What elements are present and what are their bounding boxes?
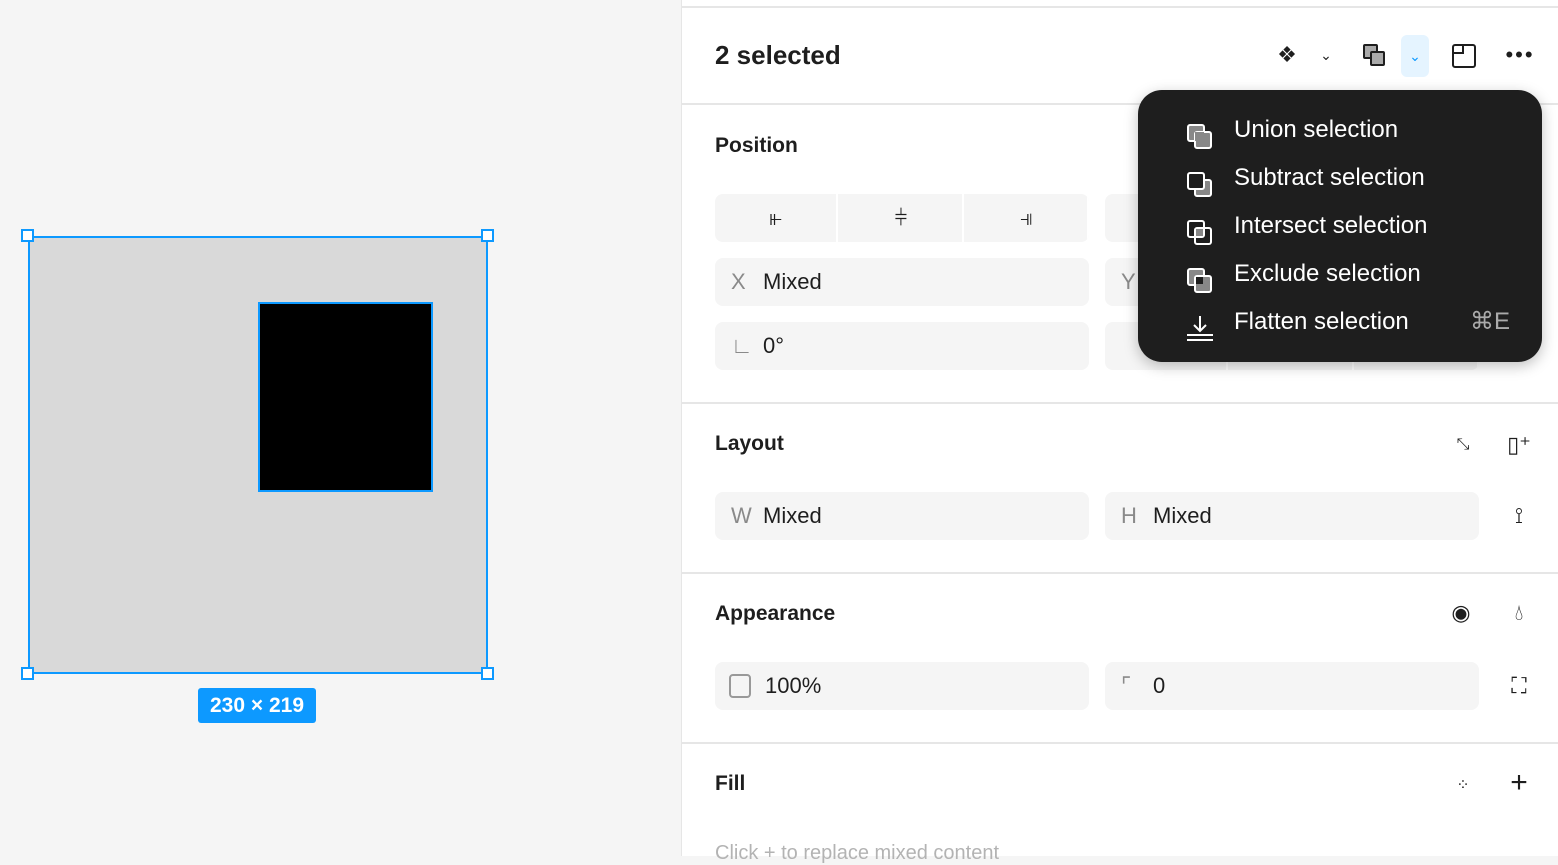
resize-handle[interactable] [481,229,494,242]
align-horizontal-group: ⫦ ⫩ ⫣ [715,194,1089,242]
corner-radius-field[interactable]: ⌜ 0 [1105,662,1479,710]
eye-icon[interactable]: ◉ [1444,598,1478,628]
styles-icon[interactable]: ⁘ [1448,770,1478,800]
resize-handle[interactable] [481,667,494,680]
width-field[interactable]: W Mixed [715,492,1089,540]
intersect-icon [1186,214,1214,245]
opacity-value: 100% [765,673,822,698]
divider [682,742,1558,744]
chevron-down-icon[interactable]: ⌄ [1314,42,1338,68]
menu-item-flatten[interactable]: Flatten selection ⌘E [1138,298,1542,346]
opacity-icon [729,674,751,698]
menu-item-union[interactable]: Union selection [1138,106,1542,154]
x-label: X [731,269,746,294]
divider [682,402,1558,404]
union-icon [1186,118,1214,149]
menu-item-label: Flatten selection [1234,308,1409,335]
flatten-icon [1186,310,1214,341]
divider [682,572,1558,574]
menu-item-label: Union selection [1234,116,1399,143]
menu-item-exclude[interactable]: Exclude selection [1138,250,1542,298]
angle-icon: ∟ [731,333,753,358]
selection-title: 2 selected [715,40,841,70]
boolean-dropdown-button[interactable]: ⌄ [1401,35,1429,77]
menu-item-label: Subtract selection [1234,164,1425,191]
layout-title: Layout [715,432,784,455]
appearance-title: Appearance [715,602,836,625]
divider [682,6,1558,8]
y-label: Y [1121,269,1136,294]
align-right-icon[interactable]: ⫣ [965,194,1089,242]
constrain-proportions-icon[interactable]: ⟟ [1504,500,1534,532]
menu-item-label: Exclude selection [1234,260,1421,287]
blend-drop-icon[interactable]: 💧︎ [1504,598,1534,628]
boolean-menu: Union selection Subtract selection Inter… [1138,90,1542,362]
menu-item-label: Intersect selection [1234,212,1428,239]
rotation-field[interactable]: ∟ 0° [715,322,1089,370]
collapse-icon[interactable]: ⤡ [1448,430,1478,460]
corner-radius-value: 0 [1153,673,1166,698]
w-label: W [731,503,752,528]
fill-title: Fill [715,772,746,795]
x-value: Mixed [763,269,822,294]
frame-icon[interactable] [1452,44,1476,68]
auto-layout-icon[interactable]: ▯⁺ [1504,430,1534,460]
align-center-icon[interactable]: ⫩ [840,194,964,242]
align-left-icon[interactable]: ⫦ [715,194,839,242]
h-label: H [1121,503,1137,528]
corner-radius-icon: ⌜ [1121,673,1132,698]
shortcut-label: ⌘E [1469,308,1510,335]
menu-item-intersect[interactable]: Intersect selection [1138,202,1542,250]
position-title: Position [715,134,798,157]
selected-rectangle[interactable] [258,302,433,492]
more-icon[interactable]: ••• [1500,40,1540,70]
menu-item-subtract[interactable]: Subtract selection [1138,154,1542,202]
x-field[interactable]: X Mixed [715,258,1089,306]
fill-hint: Click + to replace mixed content [715,842,1000,864]
subtract-icon [1186,166,1214,197]
independent-corners-icon[interactable]: ⛶ [1504,670,1534,702]
resize-handle[interactable] [21,667,34,680]
w-value: Mixed [763,503,822,528]
dimensions-badge: 230 × 219 [198,688,316,723]
component-icon[interactable]: ❖ [1272,40,1302,70]
resize-handle[interactable] [21,229,34,242]
height-field[interactable]: H Mixed [1105,492,1479,540]
boolean-union-icon[interactable] [1363,44,1385,66]
exclude-icon [1186,262,1214,293]
add-fill-icon[interactable]: + [1504,766,1534,799]
h-value: Mixed [1153,503,1212,528]
rotation-value: 0° [763,333,785,358]
canvas[interactable]: 230 × 219 [0,0,681,856]
opacity-field[interactable]: 100% [715,662,1089,710]
